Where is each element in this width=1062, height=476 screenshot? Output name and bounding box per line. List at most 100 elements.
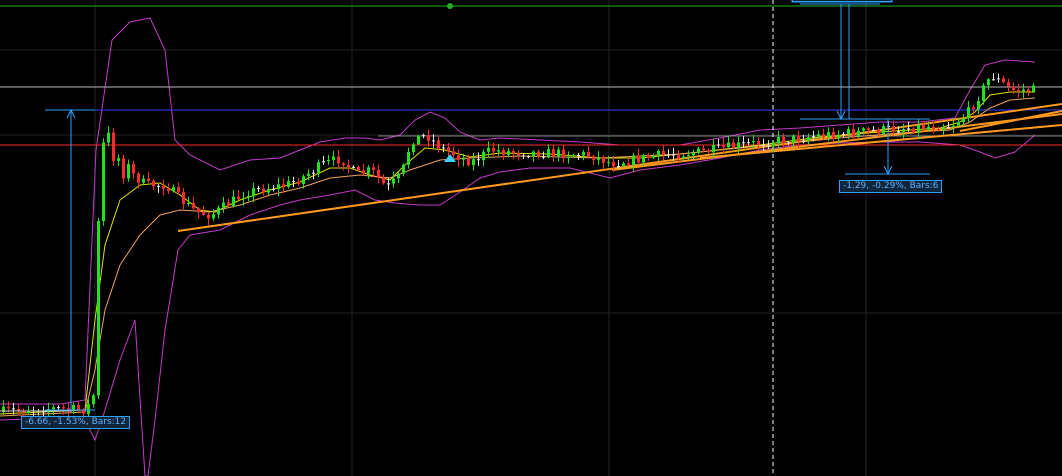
candle-body [602, 156, 605, 163]
candle-body [462, 157, 465, 160]
candle-body [317, 162, 320, 173]
candle-body [167, 188, 170, 191]
candle-body [787, 142, 790, 144]
candle-body [672, 154, 675, 156]
candle-body [377, 169, 380, 178]
candle-body [937, 129, 940, 131]
candle-body [467, 157, 470, 166]
candle-body [617, 166, 620, 167]
candle-body [132, 164, 135, 174]
candle-body [307, 173, 310, 177]
candle-body [242, 197, 245, 200]
candle-body [1002, 78, 1005, 83]
candle-body [582, 152, 585, 156]
candle-body [72, 405, 75, 410]
candle-body [832, 132, 835, 139]
candle-body [452, 151, 455, 156]
candle-body [812, 136, 815, 138]
candle-body [792, 135, 795, 143]
measure-tool-top[interactable] [800, 3, 880, 120]
candle-body [877, 129, 880, 134]
candle-body [517, 152, 520, 156]
measure-label-top [792, 0, 892, 2]
candle-body [562, 149, 565, 159]
candle-body [57, 407, 60, 409]
candle-body [97, 221, 100, 396]
candle-body [557, 149, 560, 157]
candle-body [667, 154, 670, 156]
trendline [959, 110, 1062, 132]
candle-body [1012, 86, 1015, 90]
candle-body [267, 188, 270, 193]
candle-body [502, 150, 505, 155]
candle-body [632, 155, 635, 165]
price-chart[interactable] [0, 0, 1062, 476]
candle-body [827, 132, 830, 137]
candle-body [102, 142, 105, 221]
candle-body [122, 158, 125, 179]
candle-body [837, 134, 840, 139]
candle-body [27, 411, 30, 413]
candle-body [507, 151, 510, 155]
candle-body [417, 135, 420, 145]
candle-body [7, 406, 10, 409]
candle-body [797, 135, 800, 141]
candle-body [237, 196, 240, 200]
candle-body [607, 161, 610, 163]
candle-body [872, 129, 875, 131]
candle-body [182, 192, 185, 204]
candle-body [652, 156, 655, 158]
candle-body [712, 144, 715, 153]
candle-body [987, 79, 990, 86]
candle-body [737, 142, 740, 148]
candle-body [137, 173, 140, 183]
candle-body [227, 202, 230, 206]
candle-body [442, 147, 445, 149]
candle-body [677, 155, 680, 159]
candle-body [87, 404, 90, 414]
candle-body [577, 155, 580, 157]
candle-body [897, 131, 900, 133]
measure-tools[interactable] [45, 0, 930, 411]
candle-body [917, 125, 920, 133]
candle-body [472, 159, 475, 166]
candle-body [627, 163, 630, 165]
candle-body [482, 151, 485, 161]
candle-body [977, 101, 980, 110]
candle-body [12, 408, 15, 410]
candle-body [747, 142, 750, 144]
candle-body [202, 212, 205, 215]
candle-body [362, 170, 365, 174]
candle-body [567, 156, 570, 159]
candle-body [342, 163, 345, 165]
measure-label-range: -6.66, -1.53%, Bars:12 [21, 416, 131, 429]
candle-body [842, 134, 845, 136]
candle-body [612, 161, 615, 167]
candle-body [522, 155, 525, 157]
candle-body [292, 181, 295, 183]
trendlines[interactable] [177, 103, 1062, 232]
candle-body [967, 107, 970, 119]
candle-body [347, 164, 350, 167]
candle-body [1032, 85, 1035, 92]
candle-body [52, 407, 55, 410]
candle-body [952, 125, 955, 128]
candle-body [1017, 90, 1020, 92]
candle-body [742, 142, 745, 144]
measure-label-pullback: -1.29, -0.29%, Bars:6 [839, 180, 943, 193]
measure-tool-range[interactable] [45, 109, 95, 411]
candle-body [927, 126, 930, 129]
candle-body [412, 144, 415, 152]
candle-body [92, 395, 95, 405]
candle-body [172, 187, 175, 192]
candle-body [992, 79, 995, 81]
candle-body [302, 176, 305, 184]
candle-body [272, 188, 275, 190]
candle-body [597, 156, 600, 160]
candle-body [982, 85, 985, 101]
candle-body [882, 126, 885, 134]
candle-body [642, 155, 645, 163]
candle-body [552, 149, 555, 157]
candle-body [657, 150, 660, 157]
candle-body [247, 196, 250, 198]
